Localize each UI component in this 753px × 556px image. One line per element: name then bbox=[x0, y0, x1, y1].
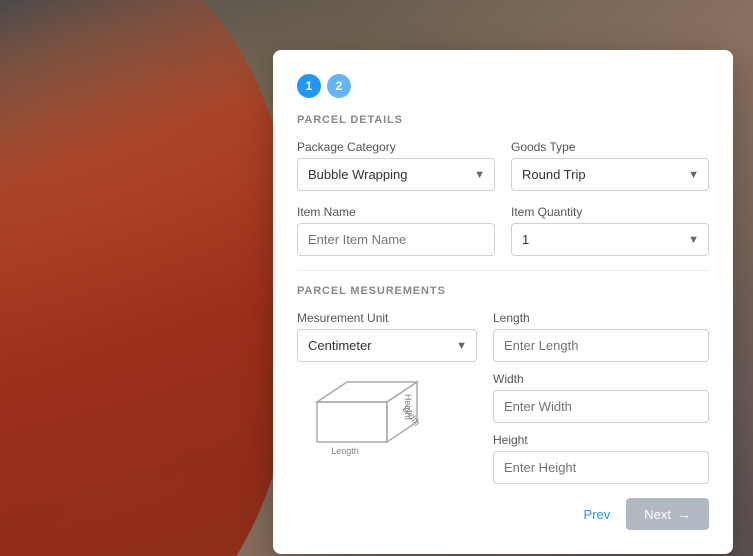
modal-panel: 1 2 PARCEL DETAILS Package Category Bubb… bbox=[273, 50, 733, 554]
step-2-indicator: 2 bbox=[327, 74, 351, 98]
parcel-measurements-title: PARCEL MESUREMENTS bbox=[297, 285, 709, 297]
package-category-select-wrapper: Bubble Wrapping Box Envelope ▼ bbox=[297, 158, 495, 191]
item-quantity-select[interactable]: 1 2 3 4 5 bbox=[511, 223, 709, 256]
item-name-group: Item Name bbox=[297, 205, 495, 256]
length-label: Length bbox=[493, 311, 709, 325]
measurement-unit-label: Mesurement Unit bbox=[297, 311, 477, 325]
width-label: Width bbox=[493, 372, 709, 386]
next-arrow-icon: → bbox=[677, 506, 691, 522]
prev-button[interactable]: Prev bbox=[580, 499, 615, 530]
next-button[interactable]: Next → bbox=[626, 498, 709, 530]
measurement-unit-select[interactable]: Centimeter Inch Meter bbox=[297, 329, 477, 362]
width-group: Width bbox=[493, 372, 709, 423]
parcel-details-title: PARCEL DETAILS bbox=[297, 114, 709, 126]
height-group: Height bbox=[493, 433, 709, 484]
box-diagram: Length Width Height bbox=[297, 372, 457, 482]
item-name-input[interactable] bbox=[297, 223, 495, 256]
goods-type-select[interactable]: Round Trip One Way Return bbox=[511, 158, 709, 191]
section-divider bbox=[297, 270, 709, 271]
package-category-group: Package Category Bubble Wrapping Box Env… bbox=[297, 140, 495, 191]
measurement-unit-group: Mesurement Unit Centimeter Inch Meter ▼ bbox=[297, 311, 477, 362]
height-label: Height bbox=[493, 433, 709, 447]
goods-type-group: Goods Type Round Trip One Way Return ▼ bbox=[511, 140, 709, 191]
measurements-left-panel: Mesurement Unit Centimeter Inch Meter ▼ bbox=[297, 311, 477, 484]
measurements-content: Mesurement Unit Centimeter Inch Meter ▼ bbox=[297, 311, 709, 484]
svg-text:Length: Length bbox=[331, 446, 359, 456]
item-quantity-select-wrapper: 1 2 3 4 5 ▼ bbox=[511, 223, 709, 256]
package-category-select[interactable]: Bubble Wrapping Box Envelope bbox=[297, 158, 495, 191]
item-quantity-group: Item Quantity 1 2 3 4 5 ▼ bbox=[511, 205, 709, 256]
width-input[interactable] bbox=[493, 390, 709, 423]
length-group: Length bbox=[493, 311, 709, 362]
svg-text:Height: Height bbox=[403, 394, 413, 421]
package-category-label: Package Category bbox=[297, 140, 495, 154]
step-indicators: 1 2 bbox=[297, 74, 709, 98]
row-package-goods: Package Category Bubble Wrapping Box Env… bbox=[297, 140, 709, 191]
box-diagram-svg: Length Width Height bbox=[297, 372, 457, 482]
measurement-unit-select-wrapper: Centimeter Inch Meter ▼ bbox=[297, 329, 477, 362]
measurements-right-panel: Length Width Height bbox=[493, 311, 709, 484]
step-1-indicator: 1 bbox=[297, 74, 321, 98]
goods-type-select-wrapper: Round Trip One Way Return ▼ bbox=[511, 158, 709, 191]
next-button-label: Next bbox=[644, 507, 671, 522]
row-item-name-qty: Item Name Item Quantity 1 2 3 4 5 ▼ bbox=[297, 205, 709, 256]
length-input[interactable] bbox=[493, 329, 709, 362]
modal-footer: Prev Next → bbox=[297, 498, 709, 530]
item-quantity-label: Item Quantity bbox=[511, 205, 709, 219]
goods-type-label: Goods Type bbox=[511, 140, 709, 154]
item-name-label: Item Name bbox=[297, 205, 495, 219]
height-input[interactable] bbox=[493, 451, 709, 484]
